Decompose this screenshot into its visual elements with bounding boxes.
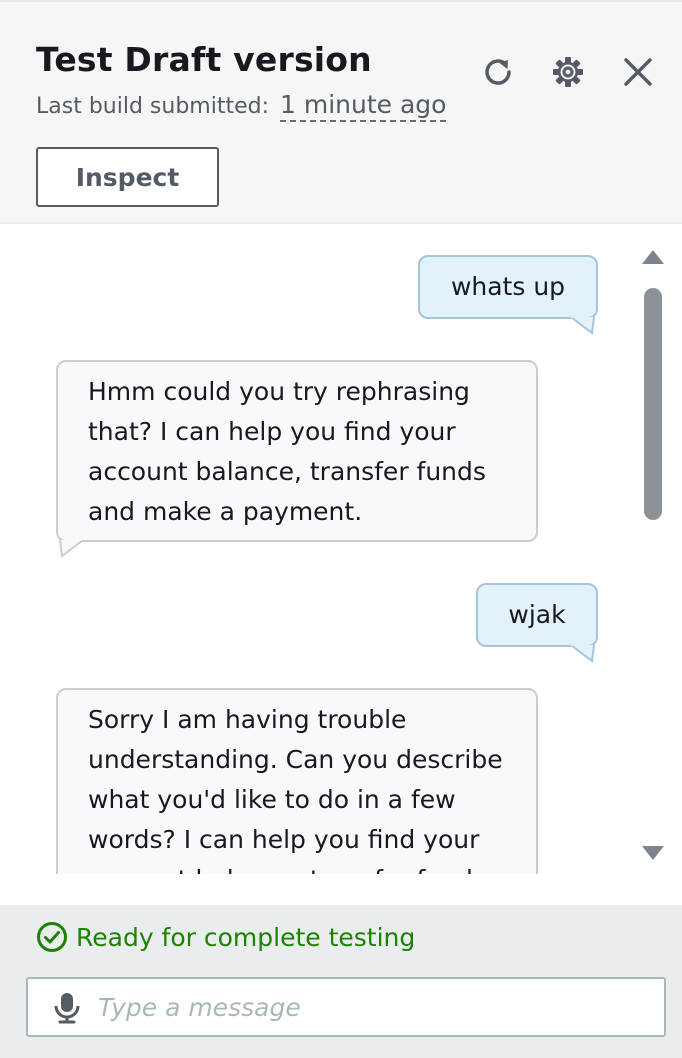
status-indicator: Ready for complete testing [36,921,415,953]
panel-title: Test Draft version [36,40,372,79]
conversation-scrollbar[interactable] [636,236,670,872]
message-line: what you'd like to do in a few [88,785,456,814]
user-message: whats up [418,255,598,319]
scroll-up-arrow-icon[interactable] [642,250,664,264]
refresh-icon [485,59,511,85]
build-label: Last build submitted: [36,94,269,119]
close-icon [624,58,652,86]
panel-footer: Ready for complete testing [0,905,682,1058]
message-text: wjak [508,600,566,629]
check-circle-icon [37,922,67,952]
settings-icon [553,57,583,87]
status-text: Ready for complete testing [76,922,416,952]
close-button[interactable] [618,52,658,92]
user-bubble-tail [570,317,595,335]
message-line: Sorry I am having trouble [88,705,407,734]
message-line: and make a payment. [88,497,363,526]
bot-bubble-tail [59,540,83,558]
message-text: whats up [450,272,566,301]
message-line: Hmm could you try rephrasing [88,377,470,406]
conversation-area[interactable]: whats up Hmm could you try rephrasing th… [0,224,682,874]
message-input[interactable] [98,985,648,1029]
build-time[interactable]: 1 minute ago [280,90,447,122]
message-line: account balance, transfer funds [88,457,486,486]
bot-message: Sorry I am having trouble understanding.… [56,688,538,874]
user-bubble-tail [570,645,595,663]
build-status-line: Last build submitted: 1 minute ago [36,90,447,122]
scroll-down-arrow-icon[interactable] [642,846,664,860]
inspect-button[interactable]: Inspect [36,147,219,207]
scroll-thumb[interactable] [644,288,662,520]
panel-header: Test Draft version Last build submitted:… [0,0,682,224]
bot-message: Hmm could you try rephrasing that? I can… [56,360,538,542]
microphone-icon[interactable] [50,991,84,1025]
test-bot-panel: Test Draft version Last build submitted:… [0,0,682,1058]
message-line: account balance, transfer funds [88,860,506,874]
refresh-button[interactable] [478,52,518,92]
settings-button[interactable] [548,52,588,92]
message-line: words? I can help you find your [88,825,480,854]
message-line: that? I can help you find your [88,417,456,446]
message-line: understanding. Can you describe [88,745,503,774]
message-input-box[interactable] [26,977,666,1037]
user-message: wjak [476,583,598,647]
